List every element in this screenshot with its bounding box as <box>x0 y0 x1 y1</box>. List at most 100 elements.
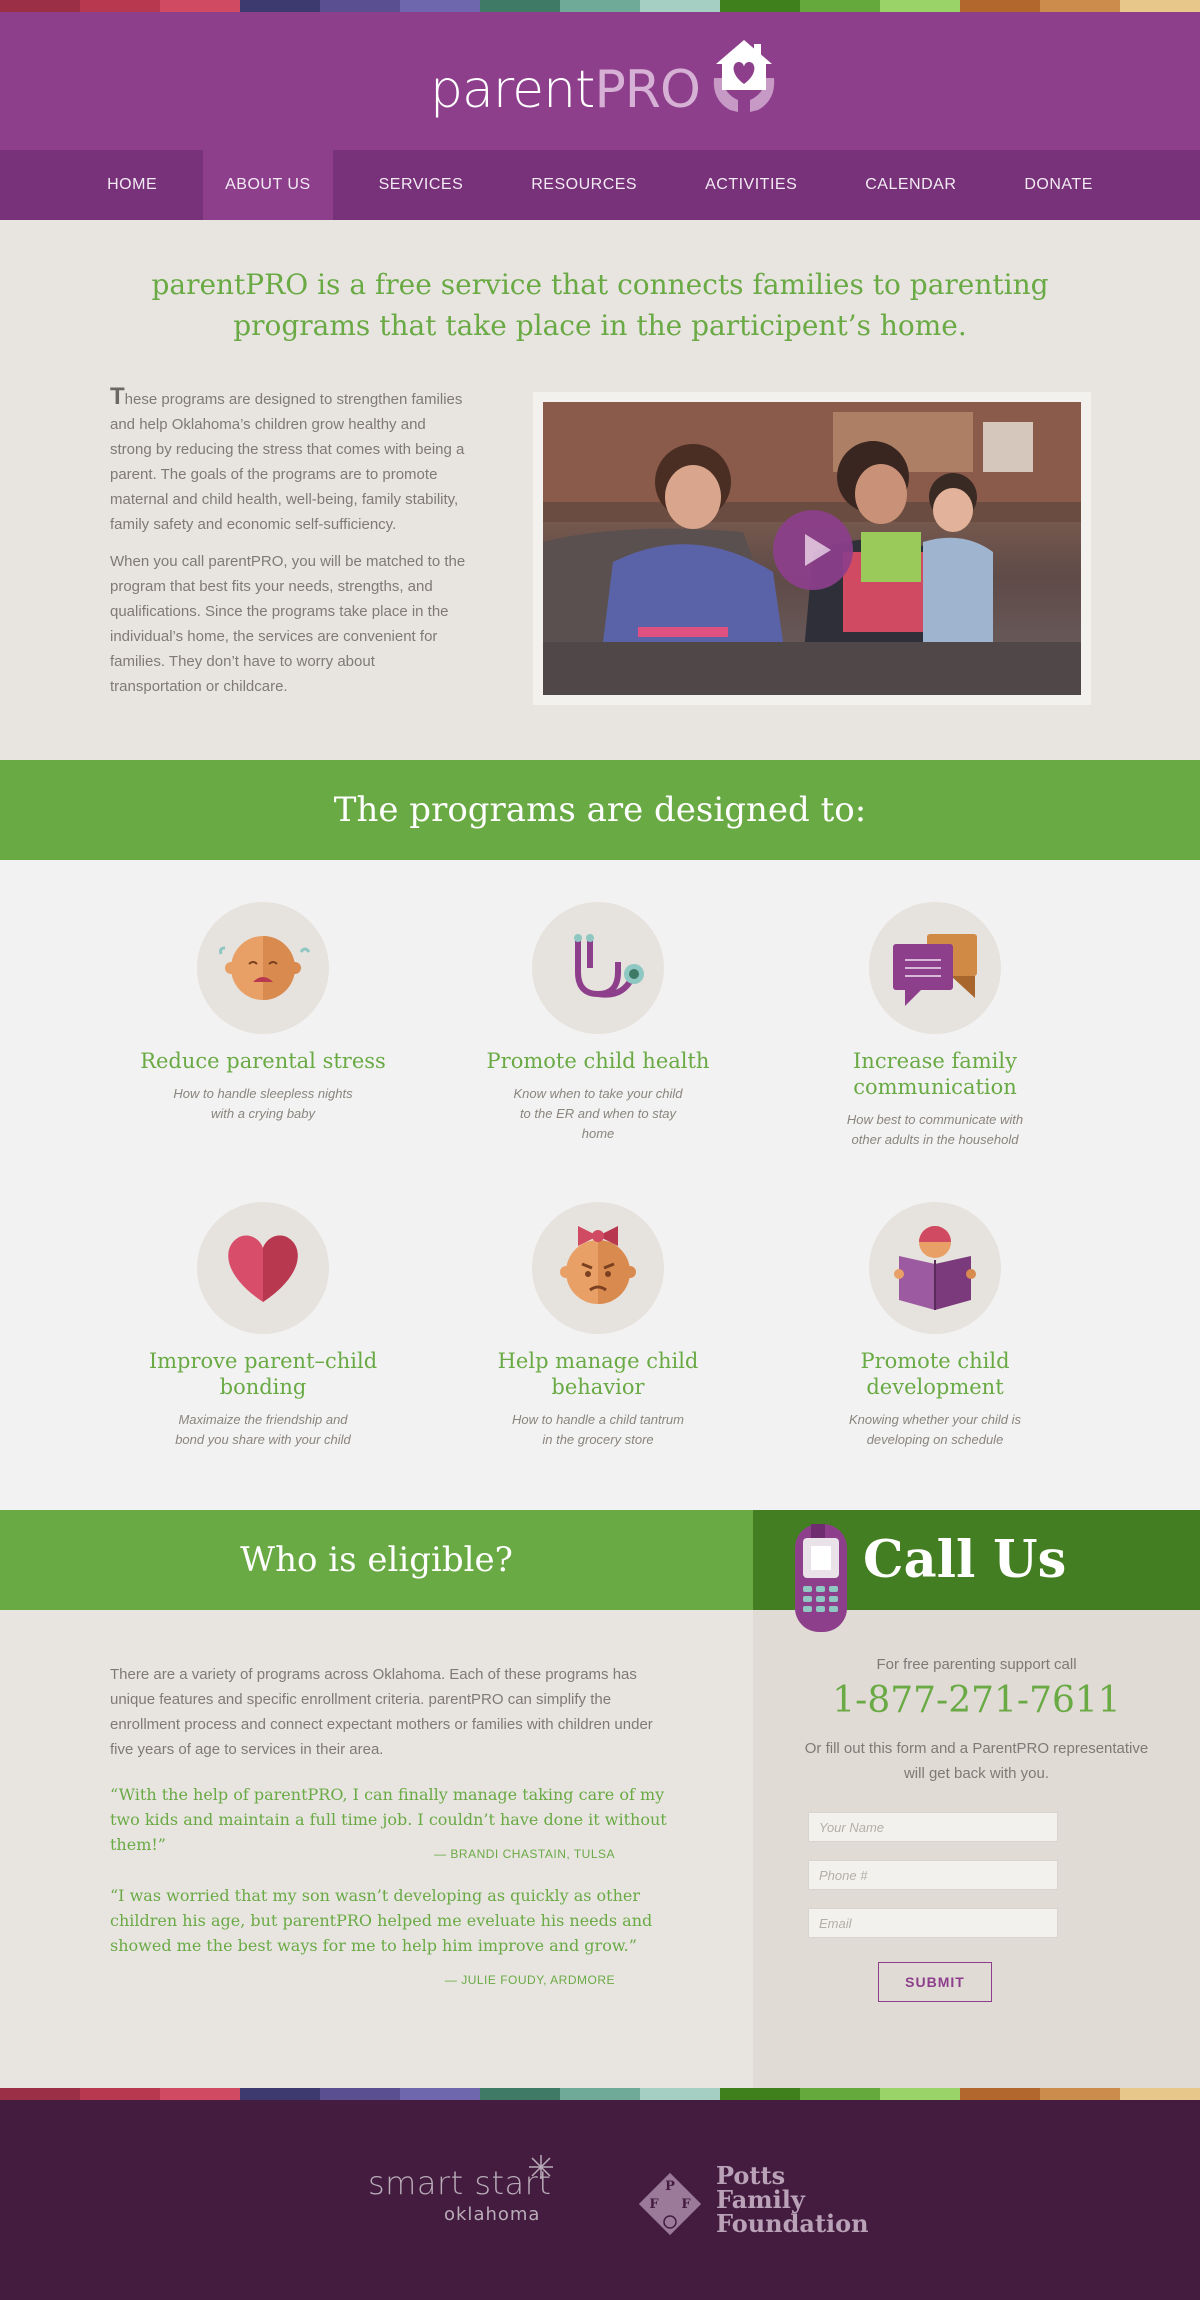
eligibility-column: Who is eligible? There are a variety of … <box>0 1510 753 2088</box>
heart-icon <box>197 1202 329 1334</box>
support-line: For free parenting support call <box>876 1656 1077 1673</box>
phone-field[interactable] <box>808 1860 1058 1890</box>
testimonial-quote-2: “I was worried that my son wasn’t develo… <box>110 1886 653 1955</box>
name-field[interactable] <box>808 1812 1058 1842</box>
nav-item-activities[interactable]: ACTIVITIES <box>683 150 819 220</box>
testimonial-author-1: — BRANDI CHASTAIN, TULSA <box>434 1847 615 1861</box>
programs-heading: The programs are designed to: <box>0 760 1200 860</box>
logo-word-pro: PRO <box>594 60 700 120</box>
stripe-segment <box>960 2088 1040 2100</box>
potts-family-foundation-logo[interactable]: P F F Potts Family Foundation <box>632 2164 869 2246</box>
stripe-segment <box>240 2088 320 2100</box>
parentpro-logo[interactable]: parentPRO <box>430 38 780 120</box>
site-footer: smart start oklahoma P F F Potts Family … <box>0 2100 1200 2300</box>
nav-item-about-us[interactable]: ABOUT US <box>203 150 333 227</box>
reading-child-icon <box>869 1202 1001 1334</box>
program-card: Reduce parental stress How to handle slee… <box>133 902 393 1124</box>
smart-start-name: smart start <box>368 2164 552 2202</box>
call-us-heading: Call Us <box>863 1530 1067 1590</box>
stripe-segment <box>800 0 880 12</box>
diamond-emblem-icon: P F F <box>638 2172 702 2236</box>
logo-word-parent: parent <box>430 60 595 120</box>
emblem-letter-left: F <box>649 2197 659 2212</box>
eligibility-contact-section: Who is eligible? There are a variety of … <box>0 1510 1200 2088</box>
intro-paragraph-2: When you call parentPRO, you will be mat… <box>110 553 466 695</box>
phone-number-link[interactable]: 1-877-271-7611 <box>753 1680 1200 1721</box>
emblem-letter-right: F <box>681 2197 691 2212</box>
stripe-segment <box>720 2088 800 2100</box>
stripe-segment <box>0 2088 80 2100</box>
stripe-segment <box>80 2088 160 2100</box>
family-video[interactable] <box>543 402 1081 695</box>
nav-item-calendar[interactable]: CALENDAR <box>843 150 978 220</box>
stripe-segment <box>1120 2088 1200 2100</box>
program-card: Promote child health Know when to take yo… <box>468 902 728 1144</box>
stripe-segment <box>880 0 960 12</box>
program-title: Promote child health <box>486 1049 710 1073</box>
intro-paragraph-1: These programs are designed to strengthe… <box>110 384 470 537</box>
program-title: Help manage child behavior <box>497 1349 699 1399</box>
program-card: Promote child development Knowing whether… <box>805 1202 1065 1450</box>
eligibility-text: There are a variety of programs across O… <box>110 1666 653 1758</box>
stripe-segment <box>1120 0 1200 12</box>
program-description: Maximaize the friendship and bond you sh… <box>175 1412 351 1447</box>
stripe-segment <box>1040 0 1120 12</box>
stripe-segment <box>160 0 240 12</box>
color-stripe-top <box>0 0 1200 12</box>
stripe-segment <box>80 0 160 12</box>
stripe-segment <box>320 0 400 12</box>
star-icon <box>528 2154 554 2184</box>
chat-bubbles-icon <box>869 902 1001 1034</box>
stripe-segment <box>560 0 640 12</box>
testimonial-quote-1: “With the help of parentPRO, I can final… <box>110 1785 667 1854</box>
program-card: Help manage child behavior How to handle … <box>468 1202 728 1450</box>
drop-cap: T <box>110 383 125 410</box>
call-us-banner: Call Us <box>753 1510 1200 1632</box>
stripe-segment <box>320 2088 400 2100</box>
smart-start-sub: oklahoma <box>444 2204 541 2225</box>
testimonial-author-2: — JULIE FOUDY, ARDMORE <box>444 1973 615 1987</box>
stethoscope-icon <box>532 902 664 1034</box>
program-card: Improve parent–child bonding Maximaize th… <box>133 1202 393 1450</box>
submit-button[interactable]: SUBMIT <box>878 1962 992 2002</box>
program-title: Promote child development <box>860 1349 1010 1399</box>
stripe-segment <box>1040 2088 1120 2100</box>
stripe-segment <box>880 2088 960 2100</box>
stripe-segment <box>800 2088 880 2100</box>
program-description: Know when to take your child to the ER a… <box>513 1086 683 1141</box>
nav-item-services[interactable]: SERVICES <box>357 150 486 220</box>
play-icon[interactable] <box>773 510 853 590</box>
email-field[interactable] <box>808 1908 1058 1938</box>
program-title: Increase family communication <box>853 1049 1017 1099</box>
program-card: Increase family communication How best to… <box>805 902 1065 1150</box>
nav-item-donate[interactable]: DONATE <box>1002 150 1114 220</box>
stripe-segment <box>720 0 800 12</box>
stripe-segment <box>640 0 720 12</box>
eligibility-heading: Who is eligible? <box>0 1510 753 1610</box>
color-stripe-bottom <box>0 2088 1200 2100</box>
page-headline: parentPRO is a free service that connect… <box>151 268 1049 342</box>
nav-item-home[interactable]: HOME <box>85 150 179 220</box>
nav-item-resources[interactable]: RESOURCES <box>509 150 659 220</box>
potts-line-3: Foundation <box>716 2209 869 2238</box>
stripe-segment <box>400 0 480 12</box>
programs-section: Reduce parental stress How to handle slee… <box>0 860 1200 1510</box>
stripe-segment <box>400 2088 480 2100</box>
program-title: Reduce parental stress <box>140 1049 386 1073</box>
stripe-segment <box>160 2088 240 2100</box>
call-us-column: Call Us For free parenting support call … <box>753 1510 1200 2088</box>
site-header: parentPRO <box>0 12 1200 150</box>
program-description: How to handle a child tantrum in the gro… <box>512 1412 684 1447</box>
stripe-segment <box>0 0 80 12</box>
form-note: Or fill out this form and a ParentPRO re… <box>804 1740 1149 1782</box>
program-title: Improve parent–child bonding <box>148 1349 378 1399</box>
smart-start-logo[interactable]: smart start oklahoma <box>368 2155 553 2225</box>
potts-name: Potts Family Foundation <box>716 2164 869 2236</box>
emblem-letter-top: P <box>665 2179 675 2194</box>
main-nav: HOME ABOUT US SERVICES RESOURCES ACTIVITIES C… <box>0 150 1200 227</box>
stripe-segment <box>560 2088 640 2100</box>
stripe-segment <box>480 2088 560 2100</box>
stripe-segment <box>240 0 320 12</box>
program-description: Knowing whether your child is developing… <box>849 1412 1021 1447</box>
intro-text: These programs are designed to strengthe… <box>110 384 470 711</box>
